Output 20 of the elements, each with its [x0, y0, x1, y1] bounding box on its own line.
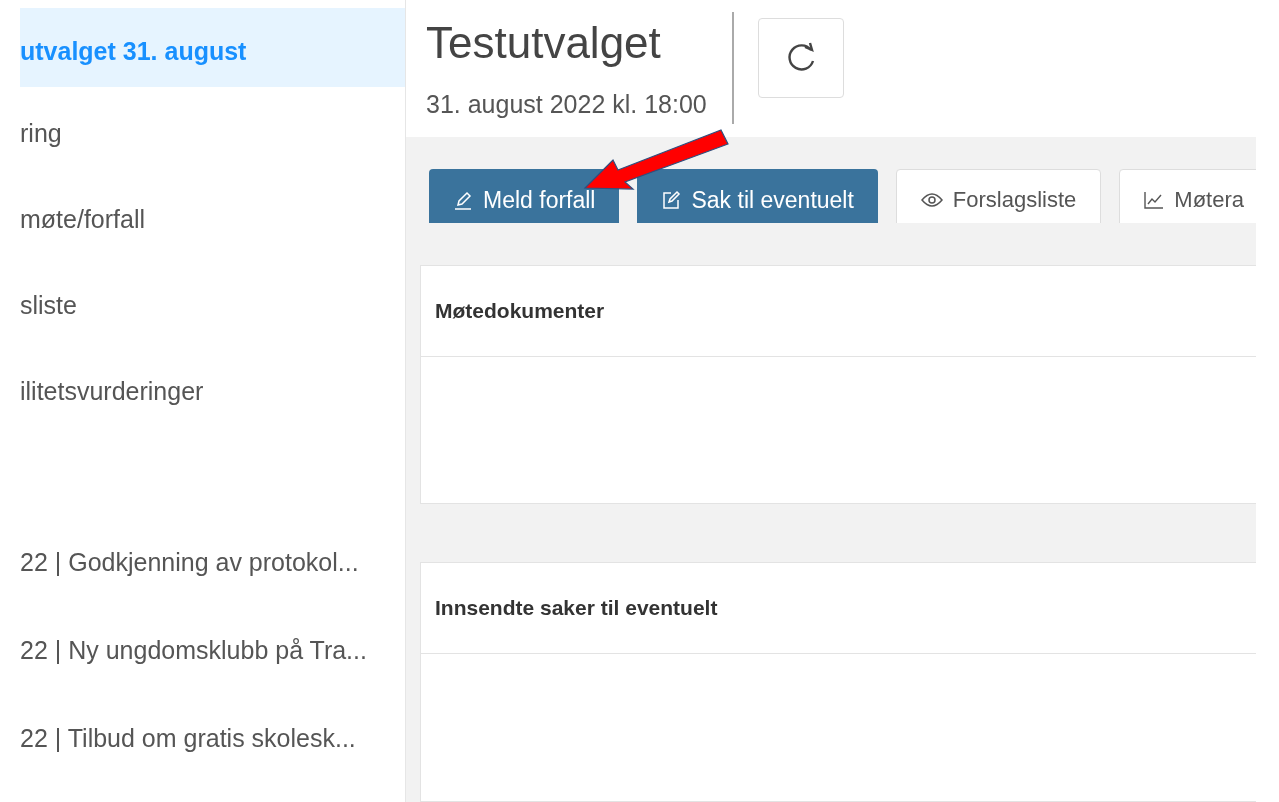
edit-icon [661, 190, 682, 211]
sidebar-item[interactable]: ilitetsvurderinger [20, 345, 405, 431]
toolbar-button[interactable]: Sak til eventuelt [637, 168, 878, 223]
toolbar-button[interactable]: Meld forfall [429, 168, 620, 223]
toolbar-button[interactable]: Møtera [1119, 168, 1256, 223]
line-chart-icon [1144, 191, 1165, 210]
refresh-button[interactable] [758, 18, 844, 99]
agenda-item[interactable]: 22 | Ny ungdomsklubb på Tra... [20, 603, 405, 691]
panel-title: Innsendte saker til eventuelt [421, 563, 1256, 655]
meeting-date: 31. august 2022 kl. 18:00 [426, 89, 708, 119]
eye-icon [920, 192, 943, 209]
sidebar-item[interactable]: ring [20, 87, 405, 173]
panel-title: Møtedokumenter [421, 265, 1256, 357]
agenda-item[interactable]: 22 | Tilbud om gratis skolesk... [20, 691, 405, 779]
sidebar-item[interactable]: møte/forfall [20, 173, 405, 259]
pencil-icon [453, 190, 473, 211]
meeting-title: Testutvalget [426, 17, 662, 68]
toolbar-button[interactable]: Forslagsliste [895, 168, 1102, 223]
sidebar-item[interactable]: sliste [20, 259, 405, 345]
agenda-item[interactable]: 22 | Godkjenning av protokol... [20, 515, 405, 603]
